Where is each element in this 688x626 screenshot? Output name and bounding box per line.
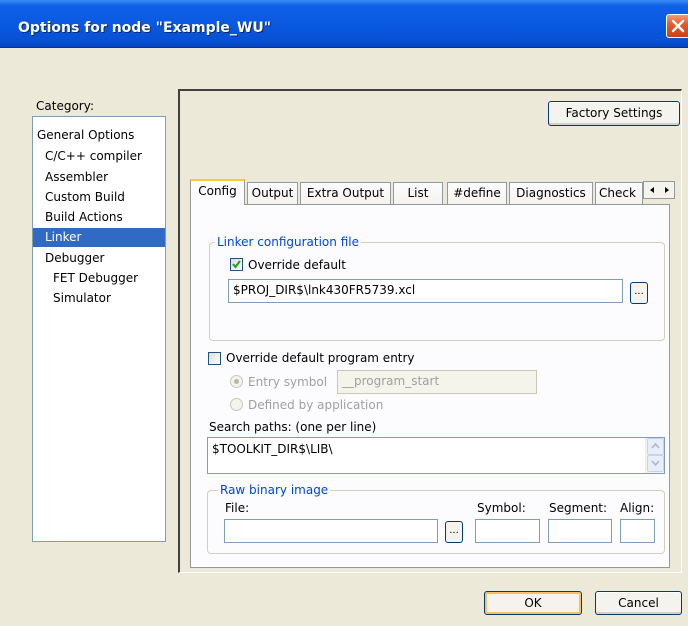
- tab-define[interactable]: #define: [447, 182, 507, 204]
- factory-settings-button[interactable]: Factory Settings: [548, 101, 680, 126]
- tab-scroll-arrows[interactable]: [643, 181, 675, 199]
- linker-config-browse-button[interactable]: ...: [630, 282, 648, 304]
- entry-symbol-radio[interactable]: [230, 375, 243, 388]
- override-default-label: Override default: [248, 258, 346, 272]
- category-list[interactable]: General Options C/C++ compiler Assembler…: [32, 116, 166, 542]
- override-default-checkbox[interactable]: [230, 258, 243, 271]
- raw-binary-symbol-label: Symbol:: [477, 501, 526, 515]
- category-label: Category:: [36, 99, 94, 113]
- raw-binary-segment-label: Segment:: [549, 501, 608, 515]
- defined-by-application-radio[interactable]: [230, 398, 243, 411]
- tab-output[interactable]: Output: [247, 182, 298, 204]
- raw-binary-file-field[interactable]: [224, 519, 438, 543]
- search-paths-scrollbar[interactable]: [645, 438, 664, 473]
- raw-binary-browse-button[interactable]: ...: [445, 521, 463, 543]
- category-item-linker[interactable]: Linker: [33, 228, 165, 247]
- scroll-down-button[interactable]: [647, 455, 664, 472]
- search-paths-label: Search paths: (one per line): [209, 420, 377, 434]
- cancel-button[interactable]: Cancel: [595, 591, 682, 615]
- raw-binary-group-title: Raw binary image: [218, 483, 331, 497]
- tab-list[interactable]: List: [393, 182, 443, 204]
- entry-symbol-value: __program_start: [342, 374, 440, 388]
- checkmark-icon: [232, 260, 241, 269]
- category-item-general-options[interactable]: General Options: [37, 126, 134, 145]
- search-paths-value: $TOOLKIT_DIR$\LIB\: [212, 442, 333, 456]
- category-item-cpp-compiler[interactable]: C/C++ compiler: [45, 147, 142, 166]
- raw-binary-file-label: File:: [225, 501, 250, 515]
- close-button[interactable]: [666, 14, 688, 38]
- title-bar: Options for node "Example_WU": [0, 0, 688, 48]
- category-item-build-actions[interactable]: Build Actions: [45, 208, 123, 227]
- category-item-fet-debugger[interactable]: FET Debugger: [53, 269, 138, 288]
- window-title: Options for node "Example_WU": [18, 20, 272, 36]
- tab-config[interactable]: Config: [190, 179, 245, 205]
- raw-binary-segment-field[interactable]: [548, 519, 612, 543]
- defined-by-application-label: Defined by application: [248, 398, 384, 412]
- entry-symbol-field[interactable]: __program_start: [337, 370, 537, 394]
- category-item-debugger[interactable]: Debugger: [45, 249, 104, 268]
- category-item-simulator[interactable]: Simulator: [53, 289, 111, 308]
- tab-scroll-icon: [650, 187, 669, 193]
- ok-button[interactable]: OK: [484, 591, 582, 615]
- entry-symbol-label: Entry symbol: [248, 375, 328, 389]
- override-program-entry-checkbox[interactable]: [208, 352, 221, 365]
- tab-diagnostics[interactable]: Diagnostics: [509, 182, 593, 204]
- arrow-up-icon: [651, 442, 660, 449]
- scroll-up-button[interactable]: [647, 438, 664, 455]
- arrow-down-icon: [651, 460, 660, 467]
- raw-binary-align-field[interactable]: [620, 519, 655, 543]
- category-item-custom-build[interactable]: Custom Build: [45, 188, 125, 207]
- linker-config-group-title: Linker configuration file: [215, 235, 361, 249]
- close-icon: [671, 19, 685, 33]
- override-program-entry-label: Override default program entry: [226, 351, 415, 365]
- tab-check[interactable]: Check: [595, 182, 643, 204]
- raw-binary-symbol-field[interactable]: [475, 519, 540, 543]
- search-paths-textarea[interactable]: $TOOLKIT_DIR$\LIB\: [207, 437, 665, 474]
- raw-binary-align-label: Align:: [620, 501, 655, 515]
- tab-extra-output[interactable]: Extra Output: [300, 182, 391, 204]
- linker-config-path-field[interactable]: $PROJ_DIR$\lnk430FR5739.xcl: [228, 279, 623, 303]
- linker-config-path-value: $PROJ_DIR$\lnk430FR5739.xcl: [233, 283, 416, 297]
- category-item-assembler[interactable]: Assembler: [45, 168, 108, 187]
